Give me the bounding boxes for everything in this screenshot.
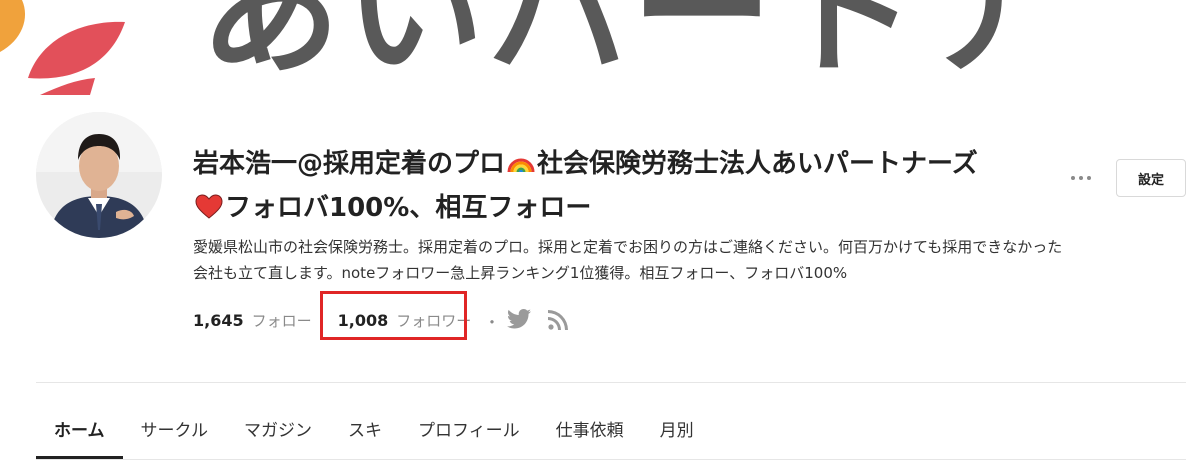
banner-title: あいパートナ bbox=[200, 0, 1065, 95]
more-horizontal-icon bbox=[1087, 176, 1091, 180]
tab-magazine[interactable]: マガジン bbox=[226, 400, 330, 456]
profile-name-part1: 岩本浩一@採用定着のプロ bbox=[193, 149, 506, 179]
more-options-button[interactable] bbox=[1066, 168, 1096, 188]
more-horizontal-icon bbox=[1071, 176, 1075, 180]
profile-name-part2: 社会保険労務士法人あいパートナーズ bbox=[537, 149, 978, 179]
header-banner: あいパートナ bbox=[0, 0, 1200, 95]
tabs-bottom-divider bbox=[36, 459, 1186, 460]
tab-home[interactable]: ホーム bbox=[36, 400, 123, 459]
following-label: フォロー bbox=[251, 311, 312, 330]
tab-likes[interactable]: スキ bbox=[330, 400, 400, 456]
tab-monthly[interactable]: 月別 bbox=[642, 400, 712, 456]
brand-logo-icon bbox=[0, 0, 125, 95]
profile-name-part3: フォロバ100%、相互フォロー bbox=[225, 193, 592, 223]
separator-dot: ・ bbox=[484, 313, 501, 332]
more-horizontal-icon bbox=[1079, 176, 1083, 180]
profile-bio: 愛媛県松山市の社会保険労務士。採用定着のプロ。採用と定着でお困りの方はご連絡くだ… bbox=[193, 234, 1193, 286]
following-count: 1,645 bbox=[193, 310, 244, 330]
tab-profile[interactable]: プロフィール bbox=[400, 400, 538, 456]
following-link[interactable]: 1,645 フォロー bbox=[193, 310, 312, 331]
profile-tabs: ホーム サークル マガジン スキ プロフィール 仕事依頼 月別 bbox=[36, 400, 712, 460]
tab-work-request[interactable]: 仕事依頼 bbox=[538, 400, 642, 456]
red-heart-icon bbox=[195, 194, 223, 219]
section-divider bbox=[36, 382, 1186, 383]
profile-name-line2: フォロバ100%、相互フォロー bbox=[193, 186, 1053, 230]
rss-icon[interactable] bbox=[548, 310, 568, 330]
highlight-annotation-box bbox=[320, 291, 467, 340]
twitter-icon[interactable] bbox=[507, 309, 531, 329]
avatar[interactable] bbox=[36, 112, 162, 238]
tab-circle[interactable]: サークル bbox=[123, 400, 227, 456]
bio-line: 愛媛県松山市の社会保険労務士。採用定着のプロ。採用と定着でお困りの方はご連絡くだ… bbox=[193, 238, 1063, 256]
rainbow-emoji-icon bbox=[507, 158, 535, 173]
profile-photo-icon bbox=[36, 112, 162, 238]
settings-button[interactable]: 設定 bbox=[1116, 159, 1186, 197]
bio-line: 会社も立て直します。noteフォロワー急上昇ランキング1位獲得。相互フォロー、フ… bbox=[193, 264, 848, 282]
profile-name: 岩本浩一@採用定着のプロ 社会保険労務士法人あいパートナーズ フォロバ100%、… bbox=[193, 142, 1053, 230]
profile-name-line1: 岩本浩一@採用定着のプロ 社会保険労務士法人あいパートナーズ bbox=[193, 142, 1053, 186]
